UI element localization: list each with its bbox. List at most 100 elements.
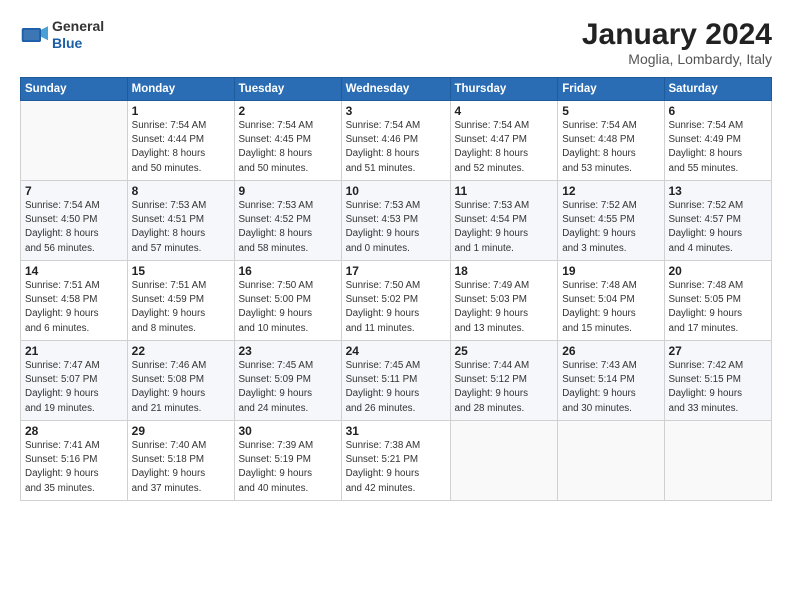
day-number: 4 — [455, 104, 554, 118]
calendar-cell: 16Sunrise: 7:50 AM Sunset: 5:00 PM Dayli… — [234, 261, 341, 341]
day-number: 11 — [455, 184, 554, 198]
day-number: 27 — [669, 344, 768, 358]
calendar-cell: 5Sunrise: 7:54 AM Sunset: 4:48 PM Daylig… — [558, 101, 664, 181]
calendar-cell — [558, 421, 664, 501]
calendar-cell: 30Sunrise: 7:39 AM Sunset: 5:19 PM Dayli… — [234, 421, 341, 501]
day-number: 10 — [346, 184, 446, 198]
calendar-cell: 24Sunrise: 7:45 AM Sunset: 5:11 PM Dayli… — [341, 341, 450, 421]
day-info: Sunrise: 7:53 AM Sunset: 4:51 PM Dayligh… — [132, 199, 230, 256]
day-info: Sunrise: 7:38 AM Sunset: 5:21 PM Dayligh… — [346, 439, 446, 496]
calendar-cell: 2Sunrise: 7:54 AM Sunset: 4:45 PM Daylig… — [234, 101, 341, 181]
day-number: 29 — [132, 424, 230, 438]
day-number: 26 — [562, 344, 659, 358]
day-info: Sunrise: 7:54 AM Sunset: 4:49 PM Dayligh… — [669, 119, 768, 176]
day-info: Sunrise: 7:45 AM Sunset: 5:11 PM Dayligh… — [346, 359, 446, 416]
day-info: Sunrise: 7:51 AM Sunset: 4:58 PM Dayligh… — [25, 279, 123, 336]
day-number: 7 — [25, 184, 123, 198]
day-info: Sunrise: 7:48 AM Sunset: 5:04 PM Dayligh… — [562, 279, 659, 336]
calendar-cell: 7Sunrise: 7:54 AM Sunset: 4:50 PM Daylig… — [21, 181, 128, 261]
day-number: 20 — [669, 264, 768, 278]
calendar-cell: 1Sunrise: 7:54 AM Sunset: 4:44 PM Daylig… — [127, 101, 234, 181]
logo: General Blue — [20, 18, 104, 52]
weekday-header-wednesday: Wednesday — [341, 78, 450, 101]
calendar-cell: 9Sunrise: 7:53 AM Sunset: 4:52 PM Daylig… — [234, 181, 341, 261]
weekday-header-sunday: Sunday — [21, 78, 128, 101]
day-number: 14 — [25, 264, 123, 278]
day-number: 30 — [239, 424, 337, 438]
location-text: Moglia, Lombardy, Italy — [582, 51, 772, 67]
calendar-week-row: 14Sunrise: 7:51 AM Sunset: 4:58 PM Dayli… — [21, 261, 772, 341]
day-number: 9 — [239, 184, 337, 198]
day-info: Sunrise: 7:53 AM Sunset: 4:54 PM Dayligh… — [455, 199, 554, 256]
weekday-header-thursday: Thursday — [450, 78, 558, 101]
day-number: 8 — [132, 184, 230, 198]
day-info: Sunrise: 7:43 AM Sunset: 5:14 PM Dayligh… — [562, 359, 659, 416]
day-number: 2 — [239, 104, 337, 118]
calendar-cell: 14Sunrise: 7:51 AM Sunset: 4:58 PM Dayli… — [21, 261, 128, 341]
calendar-cell: 11Sunrise: 7:53 AM Sunset: 4:54 PM Dayli… — [450, 181, 558, 261]
day-info: Sunrise: 7:49 AM Sunset: 5:03 PM Dayligh… — [455, 279, 554, 336]
calendar-cell: 3Sunrise: 7:54 AM Sunset: 4:46 PM Daylig… — [341, 101, 450, 181]
day-number: 12 — [562, 184, 659, 198]
calendar-cell: 4Sunrise: 7:54 AM Sunset: 4:47 PM Daylig… — [450, 101, 558, 181]
weekday-header-row: SundayMondayTuesdayWednesdayThursdayFrid… — [21, 78, 772, 101]
day-info: Sunrise: 7:54 AM Sunset: 4:46 PM Dayligh… — [346, 119, 446, 176]
calendar-cell: 18Sunrise: 7:49 AM Sunset: 5:03 PM Dayli… — [450, 261, 558, 341]
day-info: Sunrise: 7:53 AM Sunset: 4:53 PM Dayligh… — [346, 199, 446, 256]
title-block: January 2024 Moglia, Lombardy, Italy — [582, 18, 772, 67]
day-info: Sunrise: 7:46 AM Sunset: 5:08 PM Dayligh… — [132, 359, 230, 416]
day-info: Sunrise: 7:51 AM Sunset: 4:59 PM Dayligh… — [132, 279, 230, 336]
day-info: Sunrise: 7:54 AM Sunset: 4:44 PM Dayligh… — [132, 119, 230, 176]
day-number: 25 — [455, 344, 554, 358]
day-info: Sunrise: 7:52 AM Sunset: 4:55 PM Dayligh… — [562, 199, 659, 256]
weekday-header-monday: Monday — [127, 78, 234, 101]
day-number: 22 — [132, 344, 230, 358]
logo-general-text: General — [52, 18, 104, 35]
day-number: 31 — [346, 424, 446, 438]
day-info: Sunrise: 7:41 AM Sunset: 5:16 PM Dayligh… — [25, 439, 123, 496]
calendar-cell: 28Sunrise: 7:41 AM Sunset: 5:16 PM Dayli… — [21, 421, 128, 501]
calendar-week-row: 1Sunrise: 7:54 AM Sunset: 4:44 PM Daylig… — [21, 101, 772, 181]
calendar-table: SundayMondayTuesdayWednesdayThursdayFrid… — [20, 77, 772, 501]
calendar-cell: 20Sunrise: 7:48 AM Sunset: 5:05 PM Dayli… — [664, 261, 772, 341]
day-info: Sunrise: 7:54 AM Sunset: 4:45 PM Dayligh… — [239, 119, 337, 176]
calendar-cell: 21Sunrise: 7:47 AM Sunset: 5:07 PM Dayli… — [21, 341, 128, 421]
day-number: 23 — [239, 344, 337, 358]
day-number: 1 — [132, 104, 230, 118]
weekday-header-tuesday: Tuesday — [234, 78, 341, 101]
calendar-cell: 10Sunrise: 7:53 AM Sunset: 4:53 PM Dayli… — [341, 181, 450, 261]
month-title: January 2024 — [582, 18, 772, 51]
weekday-header-friday: Friday — [558, 78, 664, 101]
calendar-cell: 13Sunrise: 7:52 AM Sunset: 4:57 PM Dayli… — [664, 181, 772, 261]
calendar-cell — [664, 421, 772, 501]
logo-icon — [20, 21, 48, 49]
day-info: Sunrise: 7:48 AM Sunset: 5:05 PM Dayligh… — [669, 279, 768, 336]
calendar-cell: 29Sunrise: 7:40 AM Sunset: 5:18 PM Dayli… — [127, 421, 234, 501]
day-info: Sunrise: 7:47 AM Sunset: 5:07 PM Dayligh… — [25, 359, 123, 416]
calendar-cell: 23Sunrise: 7:45 AM Sunset: 5:09 PM Dayli… — [234, 341, 341, 421]
day-number: 5 — [562, 104, 659, 118]
day-number: 28 — [25, 424, 123, 438]
day-info: Sunrise: 7:39 AM Sunset: 5:19 PM Dayligh… — [239, 439, 337, 496]
calendar-cell: 12Sunrise: 7:52 AM Sunset: 4:55 PM Dayli… — [558, 181, 664, 261]
calendar-cell — [450, 421, 558, 501]
logo-text: General Blue — [52, 18, 104, 52]
calendar-week-row: 7Sunrise: 7:54 AM Sunset: 4:50 PM Daylig… — [21, 181, 772, 261]
calendar-cell: 31Sunrise: 7:38 AM Sunset: 5:21 PM Dayli… — [341, 421, 450, 501]
day-info: Sunrise: 7:54 AM Sunset: 4:47 PM Dayligh… — [455, 119, 554, 176]
calendar-cell: 17Sunrise: 7:50 AM Sunset: 5:02 PM Dayli… — [341, 261, 450, 341]
calendar-cell: 22Sunrise: 7:46 AM Sunset: 5:08 PM Dayli… — [127, 341, 234, 421]
day-number: 13 — [669, 184, 768, 198]
day-number: 21 — [25, 344, 123, 358]
calendar-cell: 25Sunrise: 7:44 AM Sunset: 5:12 PM Dayli… — [450, 341, 558, 421]
day-info: Sunrise: 7:42 AM Sunset: 5:15 PM Dayligh… — [669, 359, 768, 416]
day-info: Sunrise: 7:44 AM Sunset: 5:12 PM Dayligh… — [455, 359, 554, 416]
day-info: Sunrise: 7:50 AM Sunset: 5:02 PM Dayligh… — [346, 279, 446, 336]
day-number: 3 — [346, 104, 446, 118]
calendar-cell: 8Sunrise: 7:53 AM Sunset: 4:51 PM Daylig… — [127, 181, 234, 261]
day-number: 6 — [669, 104, 768, 118]
calendar-cell — [21, 101, 128, 181]
day-info: Sunrise: 7:52 AM Sunset: 4:57 PM Dayligh… — [669, 199, 768, 256]
day-info: Sunrise: 7:50 AM Sunset: 5:00 PM Dayligh… — [239, 279, 337, 336]
calendar-cell: 27Sunrise: 7:42 AM Sunset: 5:15 PM Dayli… — [664, 341, 772, 421]
